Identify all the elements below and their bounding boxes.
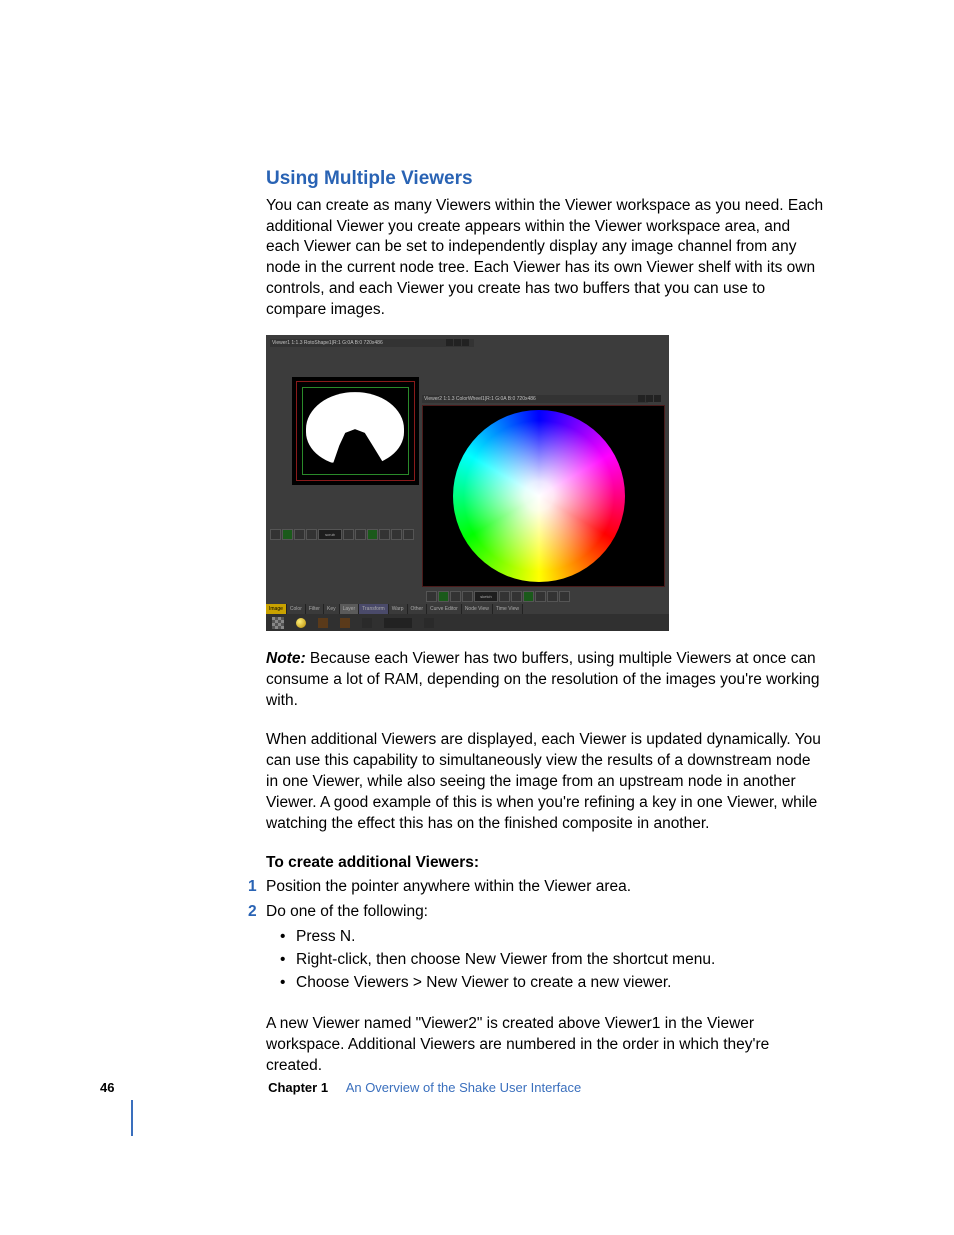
shelf-icon xyxy=(282,529,293,540)
node-icon xyxy=(362,618,372,628)
shelf-icon xyxy=(450,591,461,602)
shelf-icon xyxy=(391,529,402,540)
node-icon xyxy=(340,618,350,628)
body-paragraph: When additional Viewers are displayed, e… xyxy=(266,730,826,835)
bullet-item: • Choose Viewers > New Viewer to create … xyxy=(278,973,826,994)
bullet-item: • Right-click, then choose New Viewer fr… xyxy=(278,950,826,971)
step-number: 2 xyxy=(248,902,257,923)
steps-heading: To create additional Viewers: xyxy=(266,853,826,874)
shelf-icon xyxy=(294,529,305,540)
node-icon xyxy=(318,618,328,628)
shelf-icon xyxy=(367,529,378,540)
shelf-icon xyxy=(403,529,414,540)
shelf-icon xyxy=(306,529,317,540)
shelf-icon xyxy=(379,529,390,540)
step-number: 1 xyxy=(248,877,257,898)
tab-bar: Image Color Filter Key Layer Transform W… xyxy=(266,604,669,614)
chapter-title: An Overview of the Shake User Interface xyxy=(346,1080,582,1095)
maximize-icon xyxy=(646,395,653,402)
close-icon xyxy=(654,395,661,402)
shelf-label: sketch xyxy=(474,591,498,602)
shelf-icon xyxy=(343,529,354,540)
section-heading: Using Multiple Viewers xyxy=(266,166,826,192)
closing-paragraph: A new Viewer named "Viewer2" is created … xyxy=(266,1014,826,1077)
bullet-text: Press N. xyxy=(296,928,355,945)
viewer2-window-controls xyxy=(638,395,661,402)
tab-filter: Filter xyxy=(306,604,324,614)
bullet-icon: • xyxy=(280,973,285,994)
node-strip xyxy=(266,614,669,631)
page-footer: 46 Chapter 1 An Overview of the Shake Us… xyxy=(100,1079,800,1097)
tab-transform: Transform xyxy=(359,604,389,614)
intro-paragraph: You can create as many Viewers within th… xyxy=(266,196,826,322)
sphere-icon xyxy=(296,618,306,628)
close-icon xyxy=(462,339,469,346)
tab-time-view: Time View xyxy=(493,604,523,614)
shelf-icon xyxy=(535,591,546,602)
shelf-icon xyxy=(499,591,510,602)
viewer2-canvas xyxy=(422,405,665,587)
viewer1-canvas xyxy=(292,377,419,485)
tab-other: Other xyxy=(408,604,428,614)
note-paragraph: Note: Because each Viewer has two buffer… xyxy=(266,649,826,712)
footer-rule xyxy=(131,1100,133,1136)
shelf-icon xyxy=(270,529,281,540)
tab-image: Image xyxy=(266,604,287,614)
tab-curve-editor: Curve Editor xyxy=(427,604,462,614)
maximize-icon xyxy=(454,339,461,346)
checker-icon xyxy=(272,617,284,629)
bullet-item: • Press N. xyxy=(278,927,826,948)
viewer2-titlebar: Viewer2 1:1.3 ColorWheel1|R:1 G:0A B:0 7… xyxy=(422,395,648,403)
step-text: Position the pointer anywhere within the… xyxy=(266,878,631,895)
tab-node-view: Node View xyxy=(462,604,493,614)
bullet-text: Choose Viewers > New Viewer to create a … xyxy=(296,974,672,991)
tab-layer: Layer xyxy=(340,604,360,614)
shelf-icon xyxy=(462,591,473,602)
bullet-icon: • xyxy=(280,927,285,948)
viewer2-shelf: sketch xyxy=(426,591,570,602)
note-label: Note: xyxy=(266,650,306,667)
node-icon xyxy=(424,618,434,628)
shelf-icon xyxy=(426,591,437,602)
note-body: Because each Viewer has two buffers, usi… xyxy=(266,650,820,709)
bullet-icon: • xyxy=(280,950,285,971)
shelf-icon xyxy=(559,591,570,602)
tab-warp: Warp xyxy=(389,604,408,614)
step-2: 2 Do one of the following: xyxy=(266,902,826,923)
viewer1-titlebar: Viewer1 1:1.3 RotoShape1|R:1 G:0A B:0 72… xyxy=(270,339,474,347)
colorwheel-icon xyxy=(453,410,625,582)
minimize-icon xyxy=(446,339,453,346)
bullet-text: Right-click, then choose New Viewer from… xyxy=(296,951,715,968)
minimize-icon xyxy=(638,395,645,402)
shelf-icon xyxy=(438,591,449,602)
embedded-screenshot: Viewer1 1:1.3 RotoShape1|R:1 G:0A B:0 72… xyxy=(266,335,669,631)
shelf-icon xyxy=(355,529,366,540)
shelf-label: scrub xyxy=(318,529,342,540)
page-number: 46 xyxy=(100,1080,114,1095)
viewer1-shelf: scrub xyxy=(270,529,414,540)
step-text: Do one of the following: xyxy=(266,903,428,920)
node-icon xyxy=(384,618,412,628)
step-1: 1 Position the pointer anywhere within t… xyxy=(266,877,826,898)
tab-color: Color xyxy=(287,604,306,614)
chapter-label: Chapter 1 xyxy=(268,1080,328,1095)
tab-key: Key xyxy=(324,604,340,614)
page-content: Using Multiple Viewers You can create as… xyxy=(266,166,826,1077)
shelf-icon xyxy=(547,591,558,602)
shelf-icon xyxy=(511,591,522,602)
viewer1-window-controls xyxy=(446,339,469,346)
shelf-icon xyxy=(523,591,534,602)
